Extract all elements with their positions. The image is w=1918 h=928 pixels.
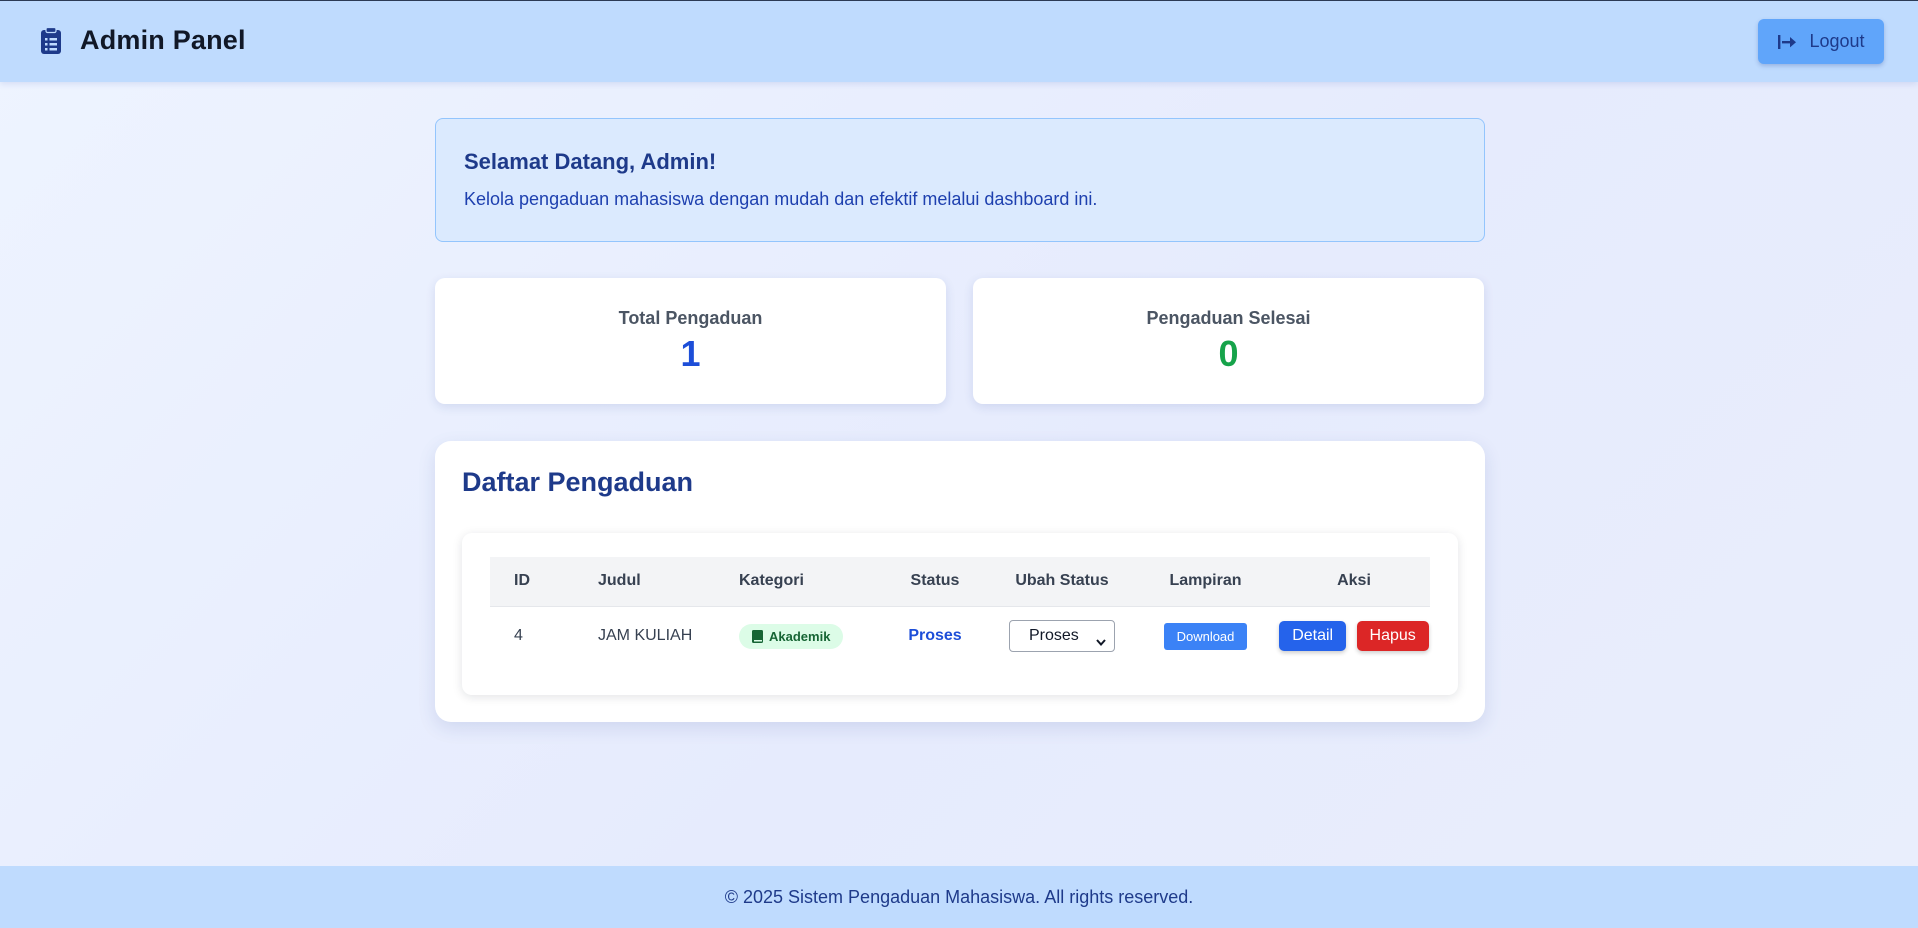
table-header-row: ID Judul Kategori Status Ubah Status Lam… bbox=[490, 557, 1430, 607]
brand: Admin Panel bbox=[40, 25, 246, 56]
logout-button[interactable]: Logout bbox=[1758, 19, 1884, 64]
chevron-down-icon bbox=[1096, 633, 1106, 646]
cell-judul: JAM KULIAH bbox=[598, 627, 693, 645]
top-navbar: Admin Panel Logout bbox=[0, 0, 1918, 82]
column-header-ubah-status: Ubah Status bbox=[991, 557, 1133, 607]
cell-aksi: Detail Hapus bbox=[1278, 606, 1430, 666]
section-title: Daftar Pengaduan bbox=[462, 467, 694, 497]
complaint-list-card: Daftar Pengaduan ID Judul Kategori Statu… bbox=[435, 441, 1485, 722]
clipboard-list-icon bbox=[40, 26, 62, 55]
cell-id: 4 bbox=[514, 627, 523, 645]
column-header-id: ID bbox=[490, 557, 598, 607]
table-container: ID Judul Kategori Status Ubah Status Lam… bbox=[462, 533, 1458, 695]
arrow-right-to-bracket-icon bbox=[1777, 34, 1797, 50]
cell-ubah-status: Proses bbox=[991, 606, 1133, 666]
stat-card-total: Total Pengaduan 1 bbox=[435, 278, 946, 404]
column-header-lampiran: Lampiran bbox=[1133, 557, 1278, 607]
logout-label: Logout bbox=[1809, 31, 1865, 51]
detail-button[interactable]: Detail bbox=[1279, 621, 1347, 652]
column-header-status: Status bbox=[879, 557, 991, 607]
welcome-banner: Selamat Datang, Admin! Kelola pengaduan … bbox=[435, 118, 1485, 242]
delete-button[interactable]: Hapus bbox=[1356, 621, 1429, 652]
stat-done-label: Pengaduan Selesai bbox=[1146, 308, 1311, 328]
welcome-title: Selamat Datang, Admin! bbox=[464, 149, 717, 174]
app-title: Admin Panel bbox=[80, 25, 246, 55]
cell-lampiran: Download bbox=[1133, 606, 1278, 666]
status-text: Proses bbox=[908, 627, 962, 645]
complaint-table: ID Judul Kategori Status Ubah Status Lam… bbox=[490, 557, 1430, 666]
status-select[interactable]: Proses bbox=[1009, 620, 1115, 653]
table-row: 4 JAM KULIAH Akademik Proses Proses Down… bbox=[490, 606, 1430, 666]
book-icon bbox=[752, 629, 763, 643]
stat-done-value: 0 bbox=[1218, 333, 1239, 374]
footer: © 2025 Sistem Pengaduan Mahasiswa. All r… bbox=[0, 866, 1918, 928]
stat-card-done: Pengaduan Selesai 0 bbox=[973, 278, 1484, 404]
stat-total-label: Total Pengaduan bbox=[618, 308, 763, 328]
cell-kategori: Akademik bbox=[739, 606, 879, 666]
stat-total-value: 1 bbox=[680, 333, 701, 374]
cell-status: Proses bbox=[879, 606, 991, 666]
welcome-text: Kelola pengaduan mahasiswa dengan mudah … bbox=[464, 189, 1098, 209]
column-header-judul: Judul bbox=[598, 557, 739, 607]
footer-text: © 2025 Sistem Pengaduan Mahasiswa. All r… bbox=[724, 887, 1194, 907]
status-select-value: Proses bbox=[1029, 627, 1079, 645]
category-label: Akademik bbox=[769, 628, 831, 644]
download-button[interactable]: Download bbox=[1163, 622, 1248, 650]
category-badge: Akademik bbox=[739, 623, 844, 649]
column-header-kategori: Kategori bbox=[739, 557, 879, 607]
column-header-aksi: Aksi bbox=[1278, 557, 1430, 607]
